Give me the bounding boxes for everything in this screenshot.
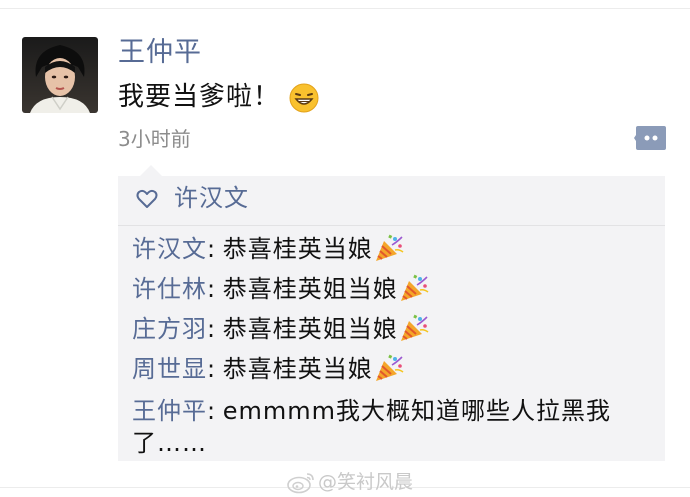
comment-author[interactable]: 许仕林 bbox=[132, 275, 207, 303]
comment-author[interactable]: 王仲平 bbox=[132, 397, 207, 425]
comment-separator: : bbox=[207, 315, 223, 343]
party-popper-icon bbox=[400, 314, 429, 341]
comment-separator: : bbox=[207, 235, 223, 263]
more-comment-icon[interactable] bbox=[634, 126, 666, 150]
comment-item[interactable]: 许汉文: 恭喜桂英当娘 bbox=[132, 229, 652, 269]
comment-text: 恭喜桂英姐当娘 bbox=[222, 315, 398, 343]
comment-author[interactable]: 许汉文 bbox=[132, 235, 207, 263]
likes-row: 许汉文 bbox=[118, 176, 665, 224]
comment-text: 恭喜桂英当娘 bbox=[222, 235, 373, 263]
like-user-name[interactable]: 许汉文 bbox=[174, 181, 249, 215]
panel-divider bbox=[118, 225, 665, 226]
comment-author[interactable]: 庄方羽 bbox=[132, 315, 207, 343]
comment-item[interactable]: 周世显: 恭喜桂英当娘 bbox=[132, 349, 652, 389]
party-popper-icon bbox=[375, 234, 404, 261]
grinning-face-icon bbox=[289, 83, 319, 113]
post-timestamp: 3小时前 bbox=[118, 127, 191, 151]
post-author-name[interactable]: 王仲平 bbox=[118, 34, 202, 72]
party-popper-icon bbox=[375, 354, 404, 381]
comment-item[interactable]: 庄方羽: 恭喜桂英姐当娘 bbox=[132, 309, 652, 349]
comment-item[interactable]: 王仲平: emmmm我大概知道哪些人拉黑我了…… bbox=[132, 395, 632, 459]
likes-comments-panel: 许汉文 许汉文: 恭喜桂英当娘 许仕林: 恭喜桂英姐当娘 庄方羽: 恭喜桂英姐当… bbox=[118, 176, 665, 461]
heart-icon bbox=[136, 189, 158, 208]
comment-item[interactable]: 许仕林: 恭喜桂英姐当娘 bbox=[132, 269, 652, 309]
avatar[interactable] bbox=[22, 37, 98, 113]
comment-separator: : bbox=[207, 397, 223, 425]
panel-pointer bbox=[140, 165, 162, 176]
comment-text: 恭喜桂英当娘 bbox=[222, 355, 373, 383]
post-text: 我要当爹啦！ bbox=[118, 82, 281, 112]
comment-separator: : bbox=[207, 275, 223, 303]
comment-author[interactable]: 周世显 bbox=[132, 355, 207, 383]
top-divider bbox=[0, 8, 690, 9]
comment-text: 恭喜桂英姐当娘 bbox=[222, 275, 398, 303]
comment-separator: : bbox=[207, 355, 223, 383]
watermark-text: @笑衬风晨 bbox=[318, 471, 414, 493]
weibo-logo-icon bbox=[287, 473, 314, 494]
party-popper-icon bbox=[400, 274, 429, 301]
